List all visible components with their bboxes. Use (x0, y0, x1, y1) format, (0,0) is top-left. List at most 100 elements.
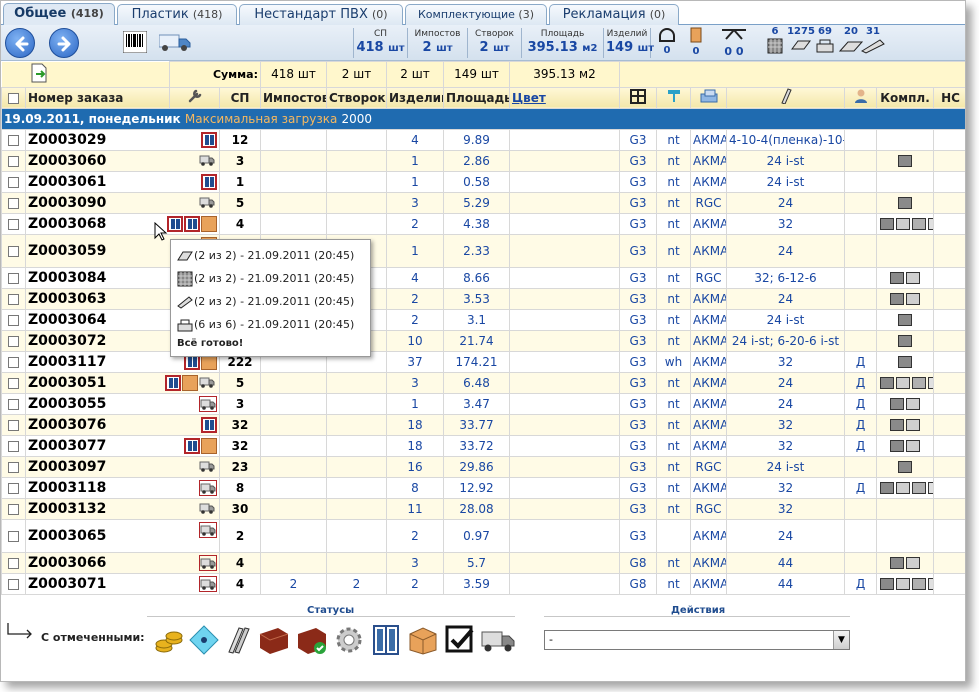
truck-icon[interactable] (199, 375, 217, 391)
order-number[interactable]: Z0003051 (25, 371, 220, 394)
row-checkbox-box[interactable] (8, 530, 19, 542)
cardboard-box-icon[interactable] (407, 624, 439, 656)
col-glass-type[interactable] (619, 86, 657, 109)
shipping-truck-icon[interactable] (481, 624, 515, 656)
col-glazing[interactable] (726, 86, 845, 109)
row-checkbox[interactable] (1, 434, 26, 457)
truck-icon[interactable] (199, 501, 217, 517)
back-button[interactable] (5, 28, 35, 58)
profile-checked-icon[interactable] (296, 624, 328, 656)
row-checkbox[interactable] (1, 233, 26, 268)
cell-kompl[interactable] (876, 518, 934, 553)
box-status-icon[interactable] (182, 374, 198, 391)
col-order[interactable]: Номер заказа (25, 86, 170, 109)
truck-red-icon[interactable] (199, 521, 217, 538)
row-checkbox-box[interactable] (8, 377, 19, 389)
order-number-text[interactable]: Z0003066 (28, 555, 106, 571)
row-checkbox-box[interactable] (8, 176, 19, 188)
order-number-text[interactable]: Z0003090 (28, 195, 106, 211)
col-extra[interactable]: НС (932, 86, 965, 109)
cell-kompl[interactable] (876, 128, 934, 151)
row-checkbox-box[interactable] (8, 419, 19, 431)
barcode-icon[interactable] (122, 30, 148, 57)
window-status-icon[interactable] (165, 374, 181, 391)
cell-kompl[interactable] (876, 497, 934, 520)
tab-nonstandard-pvc[interactable]: Нестандарт ПВХ (0) (239, 4, 403, 25)
row-checkbox-box[interactable] (8, 398, 19, 410)
tab-plastic[interactable]: Пластик (418) (117, 4, 237, 25)
col-area[interactable]: Площадь (443, 86, 510, 109)
cell-kompl[interactable] (876, 212, 934, 235)
cell-kompl[interactable] (876, 149, 934, 172)
cell-kompl[interactable] (876, 329, 934, 352)
order-number-text[interactable]: Z0003051 (28, 375, 106, 391)
cell-kompl[interactable] (876, 170, 934, 193)
col-sp[interactable]: СП (219, 86, 261, 109)
table-row[interactable]: Z0003065 2 2 0.97 G3 АКМА 24 (1, 518, 965, 553)
table-row[interactable]: Z0003029 12 4 9.89 G3 nt АКМА 4-10-4(пленка)-10… (1, 128, 965, 151)
table-row[interactable]: Z0003117 222 37 174.21 G3 wh АКМА 32 Д (1, 350, 965, 373)
order-number[interactable]: Z0003060 (25, 149, 220, 172)
col-imposts[interactable]: Импостов (260, 86, 327, 109)
row-checkbox[interactable] (1, 329, 26, 352)
forward-button[interactable] (49, 28, 79, 58)
truck-red-icon[interactable] (199, 575, 217, 592)
order-number[interactable]: Z0003090 (25, 191, 220, 214)
cell-kompl[interactable] (876, 191, 934, 214)
cell-kompl[interactable] (876, 308, 934, 331)
order-number-text[interactable]: Z0003132 (28, 501, 106, 517)
table-row[interactable]: Z0003068 4 2 4.38 G3 nt АКМА 32 (1, 212, 965, 235)
row-checkbox[interactable] (1, 212, 26, 235)
row-checkbox[interactable] (1, 392, 26, 415)
col-user[interactable] (844, 86, 877, 109)
order-number[interactable]: Z0003065 (25, 518, 220, 553)
window-status-icon[interactable] (167, 215, 183, 232)
cell-kompl[interactable] (876, 572, 934, 595)
window-status-icon[interactable] (201, 173, 217, 190)
tab-general[interactable]: Общее (418) (3, 3, 115, 26)
col-sashes[interactable]: Створок (326, 86, 387, 109)
cell-kompl[interactable] (876, 392, 934, 415)
cell-kompl[interactable] (876, 434, 934, 457)
table-row[interactable]: Z0003051 5 3 6.48 G3 nt АКМА 24 Д (1, 371, 965, 394)
window-status-icon[interactable] (184, 215, 200, 232)
table-row[interactable]: Z0003071 4 2 2 2 3.59 G8 nt АКМА 44 Д (1, 572, 965, 595)
table-row[interactable]: Z0003063 2 3.53 G3 nt АКМА 24 (1, 287, 965, 310)
row-checkbox[interactable] (1, 455, 26, 478)
coins-icon[interactable] (154, 624, 186, 656)
row-checkbox[interactable] (1, 191, 26, 214)
row-checkbox[interactable] (1, 551, 26, 574)
order-number[interactable]: Z0003132 (25, 497, 220, 520)
cell-kompl[interactable] (876, 287, 934, 310)
row-checkbox-box[interactable] (8, 155, 19, 167)
order-number-text[interactable]: Z0003059 (28, 243, 106, 259)
order-number[interactable]: Z0003068 (25, 212, 220, 235)
box-status-icon[interactable] (201, 215, 217, 232)
table-row[interactable]: Z0003132 30 11 28.08 G3 nt RGC 32 (1, 497, 965, 520)
cell-kompl[interactable] (876, 266, 934, 289)
order-number[interactable]: Z0003077 (25, 434, 220, 457)
order-number[interactable]: Z0003055 (25, 392, 220, 415)
window-icon[interactable] (370, 624, 402, 656)
row-checkbox[interactable] (1, 128, 26, 151)
table-row[interactable]: Z0003066 4 3 5.7 G8 nt АКМА 44 (1, 551, 965, 574)
order-number[interactable]: Z0003061 (25, 170, 220, 193)
table-row[interactable]: Z0003072 10 21.74 G3 nt АКМА 24 i-st; 6-20-6 i… (1, 329, 965, 352)
diamond-blue-icon[interactable] (188, 624, 220, 656)
order-number-text[interactable]: Z0003055 (28, 396, 106, 412)
row-checkbox-box[interactable] (8, 503, 19, 515)
export-icon[interactable] (28, 62, 50, 84)
row-checkbox-box[interactable] (8, 293, 19, 305)
table-row[interactable]: Z0003064 2 3.1 G3 nt АКМА 24 i-st (1, 308, 965, 331)
row-checkbox[interactable] (1, 170, 26, 193)
table-row[interactable]: Z0003076 32 18 33.77 G3 nt АКМА 32 Д (1, 413, 965, 436)
order-number-text[interactable]: Z0003064 (28, 312, 106, 328)
order-number-text[interactable]: Z0003061 (28, 174, 106, 190)
order-number[interactable]: Z0003029 (25, 128, 220, 151)
row-checkbox-box[interactable] (8, 557, 19, 569)
order-number[interactable]: Z0003066 (25, 551, 220, 574)
row-checkbox[interactable] (1, 371, 26, 394)
order-number-text[interactable]: Z0003076 (28, 417, 106, 433)
row-checkbox-box[interactable] (8, 134, 19, 146)
profile-red-icon[interactable] (258, 624, 290, 656)
